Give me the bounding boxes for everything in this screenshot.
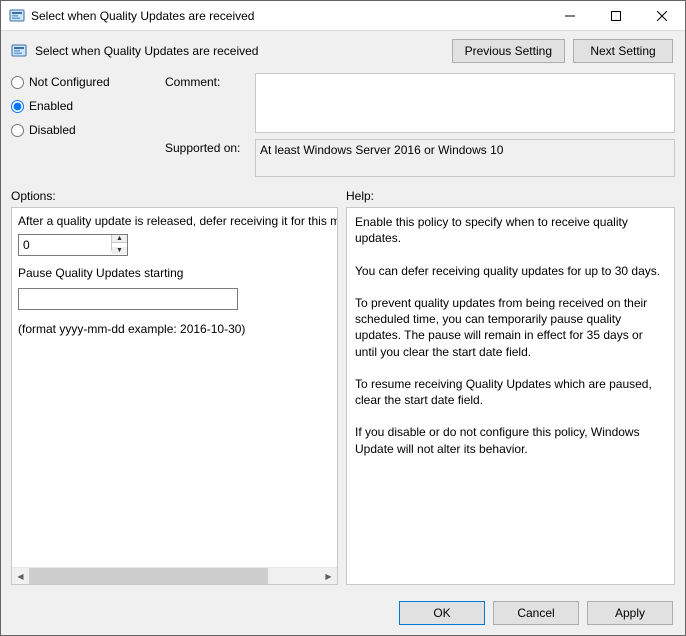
radio-disabled[interactable]: Disabled <box>11 123 161 137</box>
options-label: Options: <box>11 189 346 203</box>
supported-on-label: Supported on: <box>165 139 255 155</box>
section-labels: Options: Help: <box>1 183 685 207</box>
defer-days-label: After a quality update is released, defe… <box>18 214 331 228</box>
minimize-button[interactable] <box>547 1 593 30</box>
scroll-thumb[interactable] <box>29 568 268 584</box>
supported-on-text <box>255 139 675 177</box>
options-body: After a quality update is released, defe… <box>12 208 337 567</box>
content-panes: After a quality update is released, defe… <box>1 207 685 593</box>
dialog-footer: OK Cancel Apply <box>1 593 685 635</box>
radio-enabled-input[interactable] <box>11 100 24 113</box>
scroll-track[interactable] <box>29 568 320 584</box>
radio-disabled-label: Disabled <box>29 123 76 137</box>
scroll-left-icon[interactable]: ◀ <box>12 568 29 584</box>
window-title: Select when Quality Updates are received <box>31 9 547 23</box>
options-horizontal-scrollbar[interactable]: ◀ ▶ <box>12 567 337 584</box>
header: Select when Quality Updates are received… <box>1 31 685 67</box>
policy-icon <box>11 43 27 59</box>
previous-setting-button[interactable]: Previous Setting <box>452 39 565 63</box>
defer-days-spinner[interactable]: ▲ ▼ <box>18 234 128 256</box>
help-text: Enable this policy to specify when to re… <box>347 208 674 584</box>
spinner-up-icon[interactable]: ▲ <box>112 235 127 243</box>
cancel-button[interactable]: Cancel <box>493 601 579 625</box>
policy-title: Select when Quality Updates are received <box>35 44 452 58</box>
comment-label: Comment: <box>165 73 255 89</box>
apply-button[interactable]: Apply <box>587 601 673 625</box>
config-area: Not Configured Enabled Disabled Comment:… <box>1 67 685 183</box>
maximize-button[interactable] <box>593 1 639 30</box>
ok-button[interactable]: OK <box>399 601 485 625</box>
next-setting-button[interactable]: Next Setting <box>573 39 673 63</box>
help-pane: Enable this policy to specify when to re… <box>346 207 675 585</box>
radio-disabled-input[interactable] <box>11 124 24 137</box>
radio-not-configured-label: Not Configured <box>29 75 110 89</box>
options-pane: After a quality update is released, defe… <box>11 207 338 585</box>
spinner-down-icon[interactable]: ▼ <box>112 247 127 254</box>
app-icon <box>9 8 25 24</box>
radio-not-configured[interactable]: Not Configured <box>11 75 161 89</box>
help-label: Help: <box>346 189 374 203</box>
close-button[interactable] <box>639 1 685 30</box>
gpo-settings-window: Select when Quality Updates are received… <box>0 0 686 636</box>
state-radio-group: Not Configured Enabled Disabled <box>11 73 161 147</box>
radio-enabled-label: Enabled <box>29 99 73 113</box>
comment-textarea[interactable] <box>255 73 675 133</box>
radio-enabled[interactable]: Enabled <box>11 99 161 113</box>
titlebar: Select when Quality Updates are received <box>1 1 685 31</box>
defer-days-input[interactable] <box>19 235 111 255</box>
format-hint: (format yyyy-mm-dd example: 2016-10-30) <box>18 322 331 336</box>
radio-not-configured-input[interactable] <box>11 76 24 89</box>
scroll-right-icon[interactable]: ▶ <box>320 568 337 584</box>
pause-date-input[interactable] <box>18 288 238 310</box>
pause-updates-label: Pause Quality Updates starting <box>18 266 331 280</box>
